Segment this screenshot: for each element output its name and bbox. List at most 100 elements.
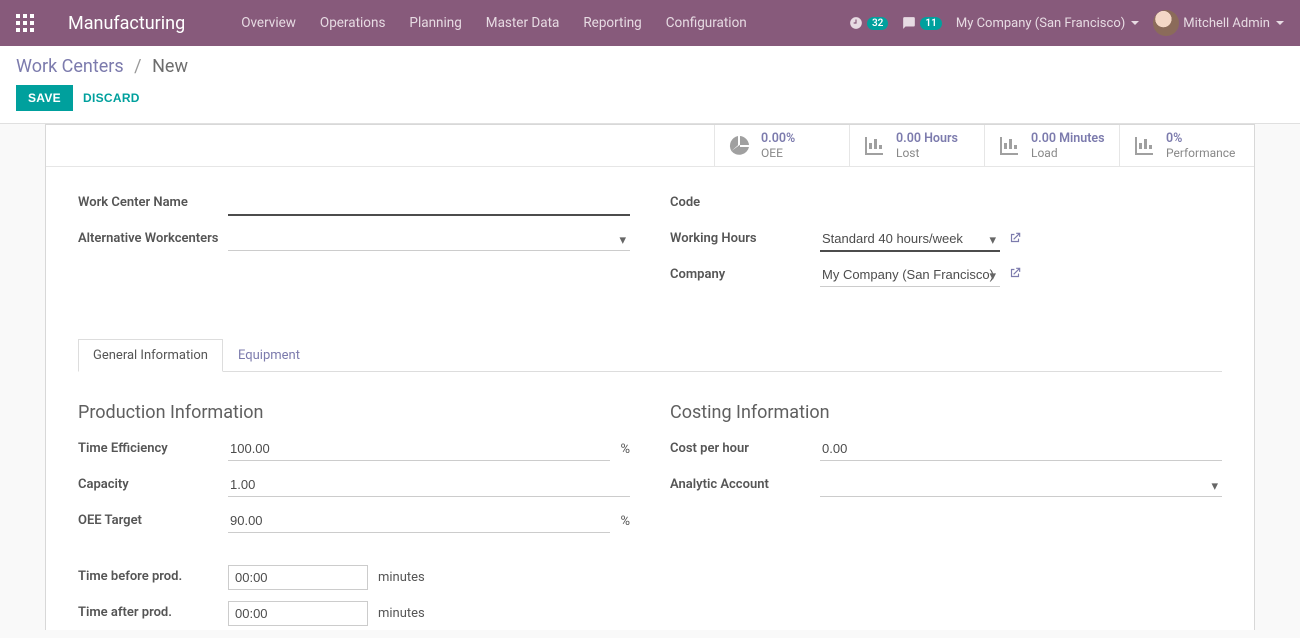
- field-time-efficiency: Time Efficiency %: [78, 437, 630, 465]
- menu-operations[interactable]: Operations: [308, 15, 398, 31]
- stat-label: Performance: [1166, 146, 1235, 160]
- avatar: [1153, 10, 1179, 36]
- app-brand[interactable]: Manufacturing: [68, 13, 185, 34]
- top-navbar: Manufacturing Overview Operations Planni…: [0, 0, 1300, 46]
- input-time-after-prod[interactable]: [228, 601, 368, 626]
- bar-chart-icon: [1132, 134, 1156, 158]
- stat-text: 0% Performance: [1166, 131, 1235, 160]
- control-panel: Work Centers / New Save Discard: [0, 46, 1300, 124]
- tab-content-general: Production Information Time Efficiency %…: [78, 372, 1222, 630]
- label-time-before-prod: Time before prod.: [78, 565, 228, 584]
- unit-percent: %: [620, 514, 630, 529]
- unit-minutes: minutes: [378, 570, 425, 585]
- stat-value: 0.00 Minutes: [1031, 131, 1105, 146]
- field-code: Code: [670, 191, 1222, 219]
- field-alt-workcenters: Alternative Workcenters ▾: [78, 227, 630, 255]
- stat-load[interactable]: 0.00 Minutes Load: [984, 125, 1119, 166]
- activity-badge: 32: [867, 17, 888, 30]
- clock-icon: [849, 16, 863, 30]
- field-company: Company ▾: [670, 263, 1222, 291]
- tab-general-information[interactable]: General Information: [78, 339, 223, 372]
- control-panel-buttons: Save Discard: [16, 85, 1284, 111]
- label-time-after-prod: Time after prod.: [78, 601, 228, 620]
- section-title-production: Production Information: [78, 402, 630, 423]
- messaging-badge: 11: [920, 17, 941, 30]
- navbar-right: 32 11 My Company (San Francisco) Mitchel…: [849, 10, 1284, 36]
- input-time-efficiency[interactable]: [228, 437, 610, 461]
- menu-reporting[interactable]: Reporting: [571, 15, 653, 31]
- stat-label: Lost: [896, 146, 958, 160]
- stat-text: 0.00% OEE: [761, 131, 795, 160]
- speech-bubble-icon: [902, 16, 916, 30]
- section-columns: Production Information Time Efficiency %…: [78, 402, 1222, 630]
- left-column: Work Center Name Alternative Workcenters…: [78, 191, 630, 299]
- stat-performance[interactable]: 0% Performance: [1119, 125, 1254, 166]
- input-analytic-account[interactable]: [820, 473, 1222, 497]
- save-button[interactable]: Save: [16, 85, 73, 111]
- form-body: Work Center Name Alternative Workcenters…: [46, 167, 1254, 630]
- label-working-hours: Working Hours: [670, 227, 820, 246]
- stat-value: 0.00 Hours: [896, 131, 958, 146]
- caret-down-icon: [1131, 21, 1139, 25]
- field-cost-per-hour: Cost per hour: [670, 437, 1222, 465]
- bar-chart-icon: [862, 134, 886, 158]
- input-time-before-prod[interactable]: [228, 565, 368, 590]
- user-name: Mitchell Admin: [1183, 16, 1270, 31]
- label-company: Company: [670, 263, 820, 282]
- input-working-hours[interactable]: [820, 227, 1000, 252]
- breadcrumb-parent[interactable]: Work Centers: [16, 56, 124, 77]
- form-scroll-area[interactable]: 0.00% OEE 0.00 Hours Lost 0.00 Minutes L…: [0, 124, 1300, 630]
- apps-icon[interactable]: [16, 14, 34, 32]
- input-cost-per-hour[interactable]: [820, 437, 1222, 461]
- input-company[interactable]: [820, 263, 1000, 287]
- stat-button-row: 0.00% OEE 0.00 Hours Lost 0.00 Minutes L…: [46, 125, 1254, 167]
- stat-lost[interactable]: 0.00 Hours Lost: [849, 125, 984, 166]
- discard-button[interactable]: Discard: [83, 91, 140, 105]
- menu-overview[interactable]: Overview: [229, 15, 308, 31]
- external-link-icon[interactable]: [1008, 231, 1022, 249]
- input-work-center-name[interactable]: [228, 191, 630, 216]
- field-capacity: Capacity: [78, 473, 630, 501]
- input-alt-workcenters[interactable]: [228, 227, 630, 251]
- label-code: Code: [670, 191, 820, 210]
- stat-text: 0.00 Minutes Load: [1031, 131, 1105, 160]
- caret-down-icon: [1276, 21, 1284, 25]
- field-time-before-prod: Time before prod. minutes: [78, 565, 630, 593]
- label-work-center-name: Work Center Name: [78, 191, 228, 210]
- stat-label: Load: [1031, 146, 1105, 160]
- stat-text: 0.00 Hours Lost: [896, 131, 958, 160]
- menu-master-data[interactable]: Master Data: [474, 15, 572, 31]
- label-analytic-account: Analytic Account: [670, 473, 820, 492]
- unit-percent: %: [620, 442, 630, 457]
- input-capacity[interactable]: [228, 473, 630, 497]
- field-analytic-account: Analytic Account ▾: [670, 473, 1222, 501]
- section-title-costing: Costing Information: [670, 402, 1222, 423]
- activity-systray[interactable]: 32: [849, 16, 888, 30]
- menu-planning[interactable]: Planning: [397, 15, 473, 31]
- messaging-systray[interactable]: 11: [902, 16, 941, 30]
- sheet-background: 0.00% OEE 0.00 Hours Lost 0.00 Minutes L…: [0, 124, 1300, 630]
- top-fields: Work Center Name Alternative Workcenters…: [78, 191, 1222, 299]
- stat-label: OEE: [761, 146, 795, 160]
- user-menu[interactable]: Mitchell Admin: [1153, 10, 1284, 36]
- notebook-tabs: General Information Equipment: [78, 339, 1222, 372]
- pie-chart-icon: [727, 134, 751, 158]
- breadcrumb: Work Centers / New: [16, 56, 1284, 77]
- external-link-icon[interactable]: [1008, 266, 1022, 284]
- right-column: Code Working Hours ▾: [670, 191, 1222, 299]
- field-oee-target: OEE Target %: [78, 509, 630, 537]
- input-oee-target[interactable]: [228, 509, 610, 533]
- menu-configuration[interactable]: Configuration: [654, 15, 759, 31]
- breadcrumb-current: New: [152, 56, 188, 77]
- stat-oee[interactable]: 0.00% OEE: [714, 125, 849, 166]
- tab-equipment[interactable]: Equipment: [223, 339, 315, 372]
- form-sheet: 0.00% OEE 0.00 Hours Lost 0.00 Minutes L…: [45, 124, 1255, 630]
- company-name: My Company (San Francisco): [956, 16, 1125, 31]
- field-work-center-name: Work Center Name: [78, 191, 630, 219]
- label-time-efficiency: Time Efficiency: [78, 437, 228, 456]
- company-switcher[interactable]: My Company (San Francisco): [956, 16, 1139, 31]
- unit-minutes: minutes: [378, 606, 425, 621]
- production-column: Production Information Time Efficiency %…: [78, 402, 630, 630]
- stat-value: 0%: [1166, 131, 1235, 146]
- main-menu: Overview Operations Planning Master Data…: [229, 15, 759, 31]
